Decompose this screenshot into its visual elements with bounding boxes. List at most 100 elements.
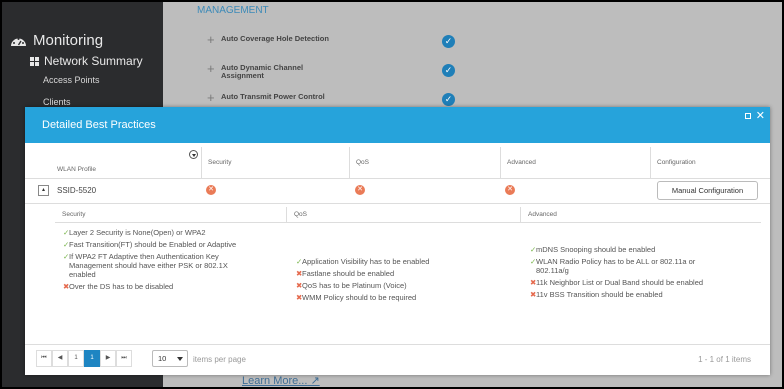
chevron-down-icon [177,357,183,361]
security-check-item: ✖ Over the DS has to be disabled [63,282,238,291]
cross-icon: ✖ [63,282,70,291]
management-row: + Auto Transmit Power Control [207,91,341,104]
check-icon: ✓ [530,257,537,266]
check-icon: ✓ [442,35,455,48]
check-icon: ✓ [530,245,537,254]
check-item-text: Application Visibility has to be enabled [302,257,430,266]
column-advanced[interactable]: Advanced [501,147,651,179]
nav-network-summary[interactable]: Network Summary [30,54,143,68]
grid-icon [30,56,39,66]
fail-icon: ✕ [206,185,216,195]
collapse-toggle[interactable]: ▴ [38,185,49,196]
close-icon[interactable]: ✕ [756,109,765,122]
cross-icon: ✖ [296,293,303,302]
advanced-check-item: ✖ 11v BSS Transition should be enabled [530,290,705,299]
check-item-text: WMM Policy should to be required [302,293,417,302]
column-label: QoS [356,159,370,166]
management-row: + Auto Dynamic Channel Assignment [207,62,341,80]
nav-network-summary-label: Network Summary [44,54,143,68]
cross-icon: ✖ [296,269,303,278]
detail-header-qos: QoS [287,207,521,223]
management-row: + Auto Coverage Hole Detection [207,33,341,46]
items-per-page-label: items per page [193,355,246,364]
column-label: Configuration [657,159,696,166]
plus-icon[interactable]: + [207,91,219,104]
detail-header: Security QoS Advanced [55,207,761,223]
filter-icon[interactable] [189,150,198,159]
check-item-text: If WPA2 FT Adaptive then Authentication … [69,252,228,279]
advanced-checklist: ✓ mDNS Snooping should be enabled ✓ WLAN Ra… [530,245,705,302]
cross-icon: ✖ [530,278,537,287]
cross-icon: ✖ [296,281,303,290]
page-size-select[interactable]: 10 [152,350,188,367]
modal-title: Detailed Best Practices [42,119,156,131]
column-qos[interactable]: QoS [350,147,501,179]
column-security[interactable]: Security [202,147,350,179]
section-heading: MANAGEMENT [197,5,269,16]
security-check-item: ✓ Layer 2 Security is None(Open) or WPA2 [63,228,238,237]
sidebar-item-access-points[interactable]: Access Points [43,75,100,85]
check-item-text: Over the DS has to be disabled [69,282,174,291]
page-size-value: 10 [158,354,167,363]
ssid-cell: SSID-5520 [57,186,97,195]
column-configuration[interactable]: Configuration [651,147,770,179]
check-item-text: Layer 2 Security is None(Open) or WPA2 [69,228,206,237]
fail-icon: ✕ [505,185,515,195]
cross-icon: ✖ [530,290,537,299]
current-page-button[interactable]: 1 [84,350,100,367]
column-label: Advanced [507,159,536,166]
first-page-button[interactable]: ⏮ [36,350,52,367]
pagination: ⏮ ◀ 1 1 ▶ ⏭ 10 items per page 1 - 1 of 1… [25,344,770,375]
check-icon: ✓ [442,64,455,77]
check-icon: ✓ [63,240,70,249]
table-row: ▴ SSID-5520 ✕ ✕ ✕ Manual Configuration [25,179,770,204]
best-practices-modal: Detailed Best Practices ✕ WLAN Profile S… [25,107,770,375]
advanced-check-item: ✓ WLAN Radio Policy has to be ALL or 802.… [530,257,705,275]
management-row-label: Auto Transmit Power Control [221,92,325,101]
detail-header-security: Security [55,207,287,223]
fail-icon: ✕ [355,185,365,195]
check-item-text: WLAN Radio Policy has to be ALL or 802.1… [536,257,696,275]
item-count: 1 - 1 of 1 items [698,355,751,364]
management-row-label: Auto Dynamic Channel Assignment [221,63,304,80]
next-page-button[interactable]: ▶ [100,350,116,367]
check-item-text: 11k Neighbor List or Dual Band should be… [536,278,704,287]
modal-header: Detailed Best Practices ✕ [25,107,770,143]
learn-more-link[interactable]: Learn More... ↗ [242,374,320,387]
plus-icon[interactable]: + [207,62,219,75]
check-icon: ✓ [63,228,70,237]
nav-monitoring-label: Monitoring [33,32,104,49]
check-item-text: Fast Transition(FT) should be Enabled or… [69,240,237,249]
last-page-button[interactable]: ⏭ [116,350,132,367]
learn-more-label: Learn More... [242,375,308,387]
external-link-icon: ↗ [310,375,320,387]
qos-checklist: ✓ Application Visibility has to be enable… [296,257,496,305]
qos-check-item: ✖ QoS has to be Platinum (Voice) [296,281,496,290]
management-row-label: Auto Coverage Hole Detection [221,34,329,43]
advanced-check-item: ✖ 11k Neighbor List or Dual Band should b… [530,278,705,287]
manual-configuration-button[interactable]: Manual Configuration [657,181,758,200]
table-header: WLAN Profile Security QoS Advanced Confi… [25,147,770,179]
check-item-text: mDNS Snooping should be enabled [536,245,656,254]
sidebar-item-clients[interactable]: Clients [43,97,71,107]
check-icon: ✓ [63,252,70,261]
check-item-text: QoS has to be Platinum (Voice) [302,281,407,290]
qos-check-item: ✖ WMM Policy should to be required [296,293,496,302]
maximize-icon[interactable] [745,113,751,119]
security-check-item: ✓ If WPA2 FT Adaptive then Authentication… [63,252,238,279]
security-checklist: ✓ Layer 2 Security is None(Open) or WPA2 ✓… [63,228,238,294]
check-item-text: 11v BSS Transition should be enabled [536,290,663,299]
column-label: WLAN Profile [57,166,97,173]
nav-monitoring[interactable]: Monitoring [10,32,103,49]
prev-page-button[interactable]: ◀ [52,350,68,367]
dashboard-icon [11,38,26,46]
check-item-text: Fastlane should be enabled [302,269,395,278]
page-button[interactable]: 1 [68,350,84,367]
check-icon: ✓ [442,93,455,106]
qos-check-item: ✓ Application Visibility has to be enable… [296,257,496,266]
qos-check-item: ✖ Fastlane should be enabled [296,269,496,278]
advanced-check-item: ✓ mDNS Snooping should be enabled [530,245,705,254]
detail-header-advanced: Advanced [528,211,557,218]
column-wlan-profile[interactable]: WLAN Profile [50,147,202,179]
plus-icon[interactable]: + [207,33,219,46]
